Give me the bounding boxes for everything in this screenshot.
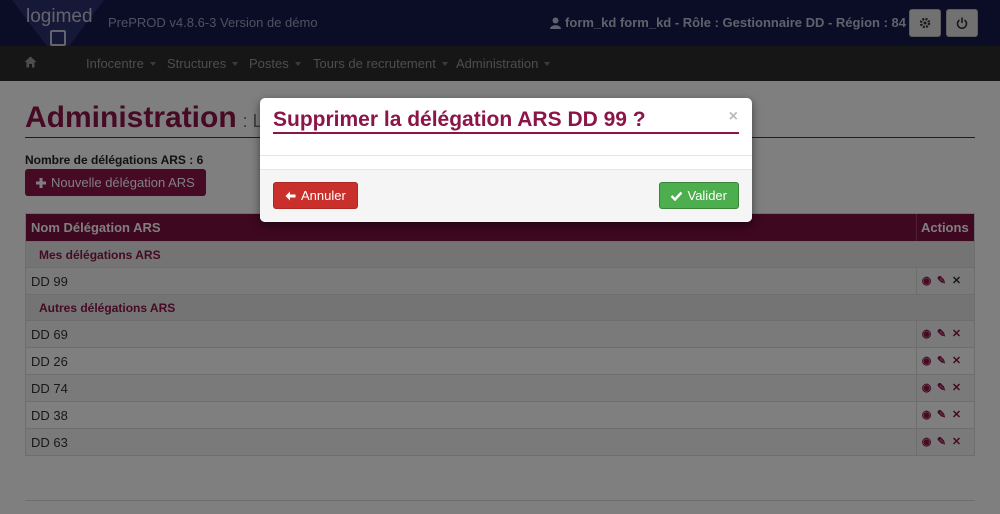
confirm-delete-modal: Supprimer la délégation ARS DD 99 ? × An…	[260, 98, 752, 222]
modal-header-divider	[260, 155, 752, 156]
close-icon[interactable]: ×	[729, 108, 738, 126]
confirm-button-label: Valider	[687, 188, 727, 203]
confirm-button[interactable]: Valider	[659, 182, 739, 209]
arrow-left-icon	[285, 191, 296, 200]
check-icon	[671, 191, 683, 201]
modal-footer: Annuler Valider	[260, 170, 752, 222]
cancel-button-label: Annuler	[301, 188, 346, 203]
modal-backdrop[interactable]	[0, 0, 1000, 514]
modal-title-underline	[273, 132, 739, 134]
modal-title: Supprimer la délégation ARS DD 99 ?	[273, 108, 646, 131]
cancel-button[interactable]: Annuler	[273, 182, 358, 209]
